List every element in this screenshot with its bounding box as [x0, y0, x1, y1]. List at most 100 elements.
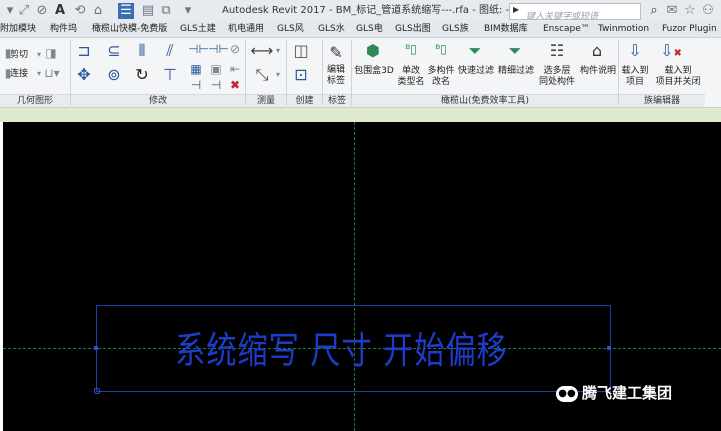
load-and-close-button[interactable]: 载入到: [652, 66, 704, 77]
tab-gls-water[interactable]: GLS水: [318, 22, 345, 37]
drawing-canvas[interactable]: 系统缩写 尺寸 开始偏移 ●● 腾飞建工集团: [3, 122, 721, 431]
ribbon: ▮ 剪切 ▾ ◨ ▮ 连接 ▾ ⊔▾ 几何图形 ⊐ ⊆ ⫴ ⫽ ⊣⊢ ⊣⊢ ⊘ …: [0, 38, 721, 108]
tag-icon[interactable]: ⊘: [34, 3, 50, 19]
sync-icon[interactable]: ⟲: [72, 3, 88, 19]
window-title: Autodesk Revit 2017 - BM_标记_管道系统缩写---.rf…: [222, 5, 510, 16]
measure-between-icon[interactable]: ⟷: [250, 42, 274, 60]
rename-type-icon[interactable]: ᴮ▯: [400, 42, 422, 56]
measure-tool-icon[interactable]: ⤢: [16, 3, 32, 19]
copy-icon[interactable]: ⊚: [104, 66, 124, 84]
join-dropdown-icon[interactable]: ▾: [34, 67, 44, 81]
grip-right[interactable]: [607, 346, 611, 350]
wechat-icon: ●●: [556, 385, 578, 402]
tab-gls-civil[interactable]: GLS土建: [180, 22, 216, 37]
dimension-dropdown-icon[interactable]: ▾: [274, 68, 282, 82]
load-and-close-button-line2: 项目并关闭: [655, 77, 701, 87]
watermark-text: 腾飞建工集团: [582, 384, 673, 402]
title-bar: ▾ ⤢ ⊘ A ⟲ ⌂ ☰ ▤ ⧉ ▾ Autodesk Revit 2017 …: [0, 0, 721, 25]
tab-enscape[interactable]: Enscape™: [543, 22, 590, 37]
dimension-icon[interactable]: ⤡: [250, 66, 274, 84]
move-icon[interactable]: ✥: [74, 66, 94, 84]
mirror-draw-icon[interactable]: ⫽: [160, 42, 180, 60]
load-into-project-button[interactable]: 载入到: [618, 66, 652, 77]
array-icon[interactable]: ▦: [188, 62, 204, 76]
text-tool-icon[interactable]: A: [52, 3, 68, 19]
fine-filter-button[interactable]: 精细过滤: [496, 66, 536, 77]
tab-gls-family[interactable]: GLS族: [442, 22, 469, 37]
multi-rename-icon[interactable]: ᴮ▯: [430, 42, 452, 56]
view-3d-icon[interactable]: ⌂: [90, 3, 106, 19]
edit-label-button[interactable]: 编辑: [322, 65, 350, 76]
subscription-icon[interactable]: ✉: [664, 3, 680, 19]
load-into-project-button-line2: 项目: [625, 77, 644, 87]
quick-filter-button[interactable]: 快速过滤: [456, 66, 496, 77]
offset-icon[interactable]: ⊆: [104, 42, 124, 60]
user-icon[interactable]: ⚇: [700, 3, 716, 19]
trim-single-icon[interactable]: ⊣: [188, 78, 204, 92]
unjoin-icon[interactable]: ⊔▾: [44, 66, 60, 80]
tab-add-ins[interactable]: 附加模块: [0, 22, 36, 37]
detail-group-icon[interactable]: ⊡: [290, 66, 312, 84]
customize-toolbar-icon[interactable]: ▾: [180, 3, 196, 19]
binoculars-icon[interactable]: ⌕: [646, 3, 662, 19]
panel-label-measure: 测量: [246, 94, 286, 107]
watermark: ●● 腾飞建工集团: [556, 382, 672, 404]
section-icon[interactable]: ☰: [118, 3, 134, 19]
scale-icon[interactable]: ▣: [208, 62, 224, 76]
trim-extend-icon[interactable]: ⊤: [160, 66, 180, 84]
quick-filter-icon[interactable]: ⏷: [464, 42, 486, 60]
component-info-button[interactable]: 构件说明: [578, 66, 618, 77]
fine-filter-icon[interactable]: ⏷: [504, 42, 526, 60]
rotate-icon[interactable]: ↻: [132, 66, 152, 84]
bounding-box-3d-icon[interactable]: ⬢: [362, 42, 384, 60]
cut-dropdown-icon[interactable]: ▾: [34, 48, 44, 62]
bounding-box-3d-button[interactable]: 包围盒3D: [352, 66, 396, 77]
tab-bim-database[interactable]: BIM数据库: [484, 22, 528, 37]
label-origin-grip[interactable]: [94, 388, 100, 394]
panel-label-modify: 修改: [71, 94, 245, 107]
tab-gls-hvac[interactable]: GLS风: [277, 22, 304, 37]
search-expand-icon[interactable]: ▶: [513, 5, 519, 14]
switch-windows-icon[interactable]: ⧉: [158, 3, 174, 19]
component-info-icon[interactable]: ⌂: [586, 42, 608, 60]
edit-label-button-line2: 标签: [326, 76, 345, 86]
edit-label-icon[interactable]: ✎: [326, 44, 346, 62]
split-element-icon[interactable]: ⊣⊢: [188, 42, 209, 56]
print-icon[interactable]: ▤: [140, 3, 156, 19]
measure-dropdown-icon[interactable]: ▾: [274, 44, 282, 58]
panel-label-label: 标签: [323, 94, 351, 107]
component-icon[interactable]: ◫: [290, 42, 312, 60]
multi-rename-button[interactable]: 多构件: [426, 66, 456, 77]
multi-level-select-button[interactable]: 选多层: [536, 66, 578, 77]
multi-level-select-button-line2: 同处构件: [538, 77, 575, 87]
panel-label-create: 创建: [287, 94, 322, 107]
tab-gls-electric[interactable]: GLS电: [356, 22, 383, 37]
delete-icon[interactable]: ✖: [228, 78, 242, 92]
tag-label-text[interactable]: 系统缩写 尺寸 开始偏移: [131, 320, 552, 374]
panel-label-family-editor: 族编辑器: [619, 94, 705, 107]
search-box[interactable]: ▶: [509, 3, 641, 25]
pin-icon[interactable]: ⊘: [228, 42, 242, 56]
tab-mep-general[interactable]: 机电通用: [228, 22, 264, 37]
mirror-axis-icon[interactable]: ⫴: [132, 42, 152, 60]
split-gap-icon[interactable]: ⊣⊢: [208, 42, 229, 56]
uncut-icon[interactable]: ◨: [44, 46, 58, 60]
multi-level-select-icon[interactable]: ☷: [546, 42, 568, 60]
rename-type-button[interactable]: 单改: [396, 66, 426, 77]
tab-component-dock[interactable]: 构件坞: [50, 22, 77, 37]
grip-left[interactable]: [94, 346, 98, 350]
load-and-close-icon[interactable]: ⇩✖: [660, 42, 682, 63]
align-icon[interactable]: ⊐: [74, 42, 94, 60]
tab-fuzor-plugin[interactable]: Fuzor Plugin: [662, 22, 717, 37]
tab-twinmotion[interactable]: Twinmotion: [598, 22, 649, 37]
unpin-icon[interactable]: ⇤: [228, 62, 242, 76]
trim-multiple-icon[interactable]: ⊣: [208, 78, 224, 92]
tab-gls-quickmodel[interactable]: 橄榄山快模-免费版: [92, 22, 167, 37]
tab-gls-drawing[interactable]: GLS出图: [395, 22, 431, 37]
cut-geometry-button[interactable]: 剪切: [10, 50, 28, 61]
options-bar: [0, 108, 721, 122]
ribbon-tabs: 附加模块 构件坞 橄榄山快模-免费版 GLS土建 机电通用 GLS风 GLS水 …: [0, 22, 721, 38]
favorites-star-icon[interactable]: ☆: [682, 3, 698, 19]
join-geometry-button[interactable]: 连接: [10, 69, 28, 80]
load-into-project-icon[interactable]: ⇩: [624, 42, 646, 60]
